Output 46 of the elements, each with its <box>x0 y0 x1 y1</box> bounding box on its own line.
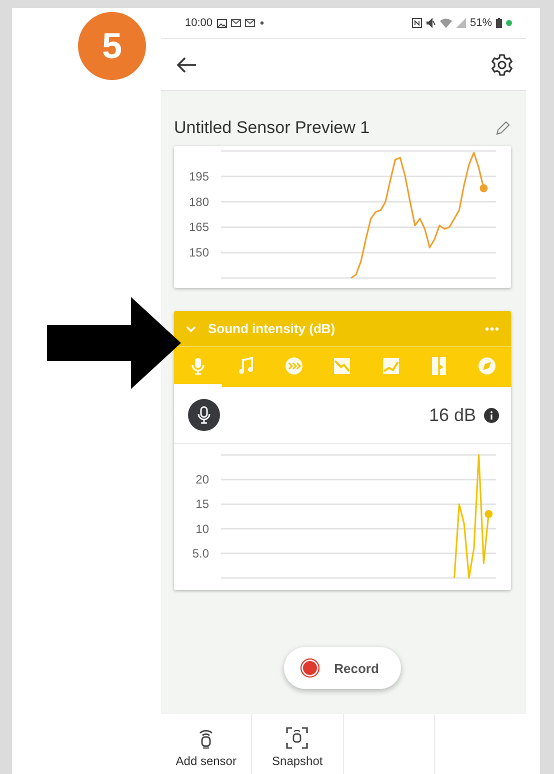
nfc-icon <box>412 18 422 28</box>
current-value-dot <box>480 184 488 192</box>
microphone-icon <box>192 358 204 374</box>
record-button[interactable]: Record <box>284 647 401 689</box>
arrow-icon <box>47 297 181 389</box>
sensor-icon <box>197 728 216 750</box>
microphone-icon <box>188 399 220 431</box>
back-arrow-icon[interactable] <box>177 56 197 72</box>
mute-icon <box>426 18 436 28</box>
axis-tick-label: 150 <box>188 246 209 260</box>
dot-icon <box>506 20 512 26</box>
falling-graph-icon <box>334 358 350 374</box>
mail-icon <box>244 19 255 27</box>
axis-tick-label: 180 <box>188 194 209 209</box>
toolbar-button[interactable]: Snapshot <box>272 726 323 768</box>
axis-tick-label: 20 <box>196 472 209 487</box>
status-time: 10:00 <box>185 17 213 29</box>
more-options-icon[interactable] <box>485 326 499 330</box>
wifi-icon <box>440 18 452 28</box>
record-icon <box>300 658 320 678</box>
battery-icon <box>496 18 502 28</box>
step-badge: 5 <box>78 12 146 80</box>
axis-tick-label: 10 <box>196 522 209 536</box>
compass-icon <box>478 357 496 374</box>
mail-icon <box>230 19 241 27</box>
info-icon[interactable] <box>484 408 499 422</box>
edit-pencil-icon[interactable] <box>495 120 511 136</box>
toolbar-button[interactable]: Add sensor <box>176 728 236 768</box>
dot-icon <box>258 20 265 26</box>
sensor-title: Sound intensity (dB) <box>208 321 336 336</box>
axis-tick-label: 15 <box>196 497 209 512</box>
image-icon <box>216 18 227 28</box>
music-note-icon <box>239 356 254 374</box>
settings-icon[interactable] <box>490 52 514 76</box>
current-value-dot <box>484 510 493 518</box>
chevron-down-icon[interactable] <box>186 324 196 332</box>
axis-tick-label: 195 <box>188 169 209 184</box>
speed-icon <box>286 357 303 374</box>
sensor-reading: 16 dB <box>428 404 476 426</box>
preview-title: Untitled Sensor Preview 1 <box>174 118 370 138</box>
axis-tick-label: 5.0 <box>192 546 209 560</box>
axis-tick-label: 165 <box>188 220 209 234</box>
snapshot-icon <box>285 726 310 750</box>
rising-graph-icon <box>382 358 399 374</box>
signal-icon <box>456 18 466 28</box>
battery-percent: 51% <box>470 17 492 29</box>
